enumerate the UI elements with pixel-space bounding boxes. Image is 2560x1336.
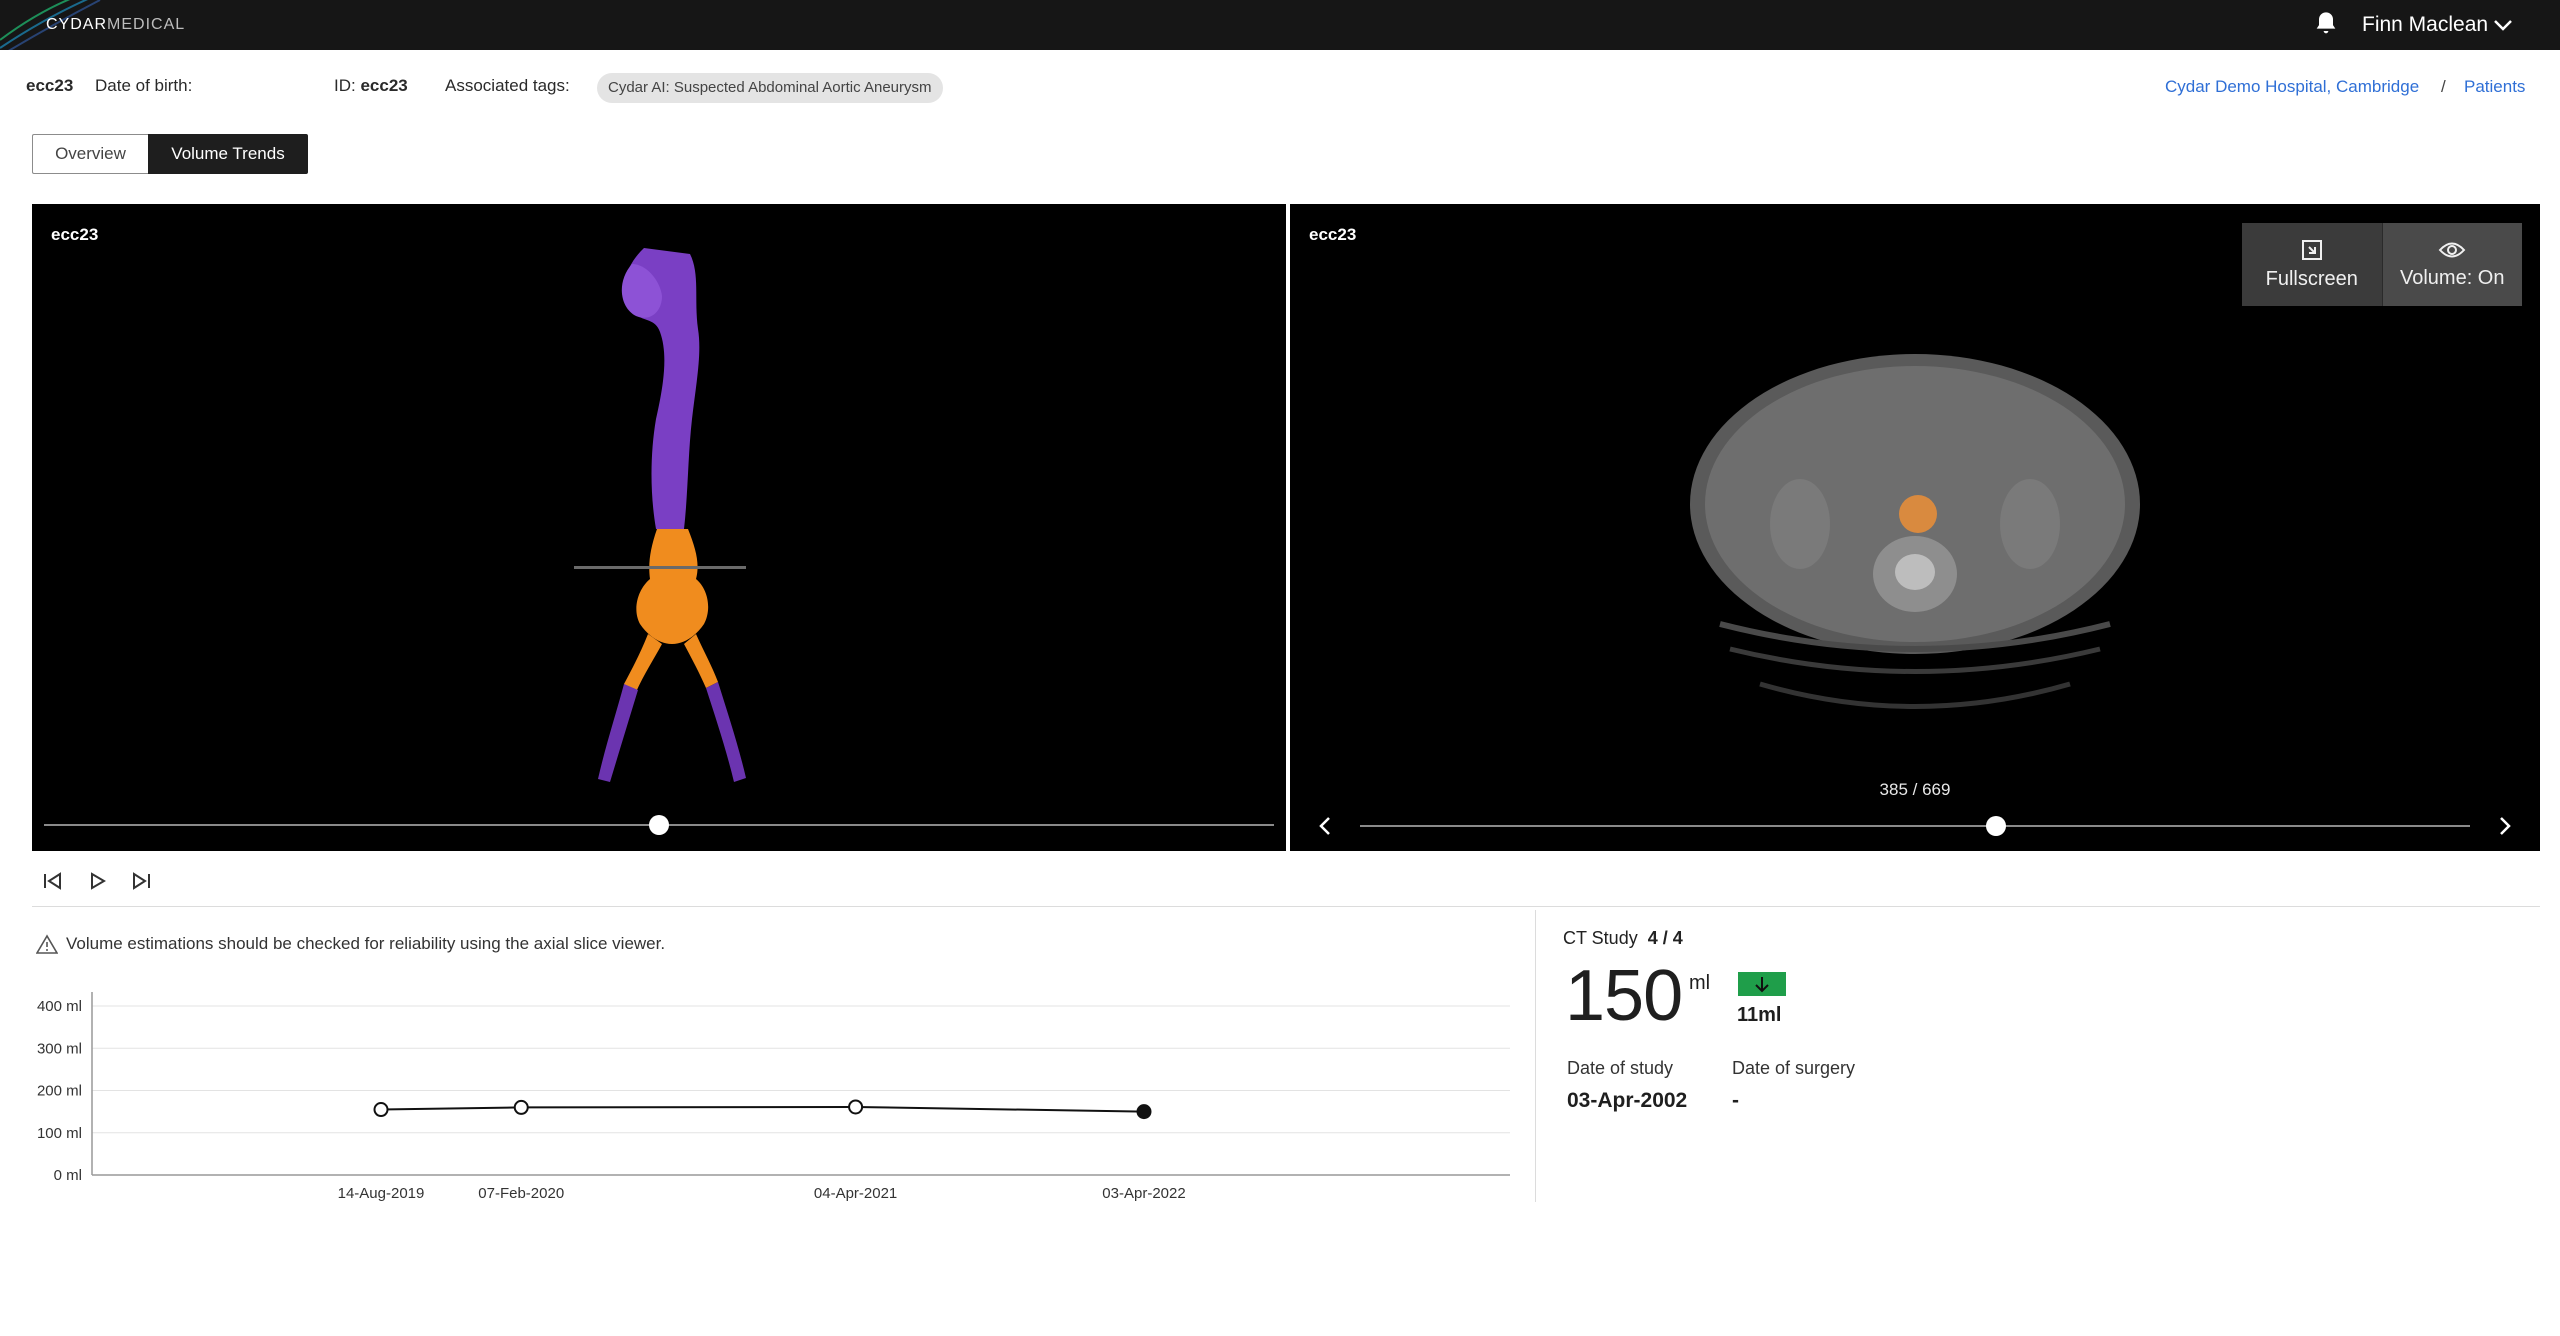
top-bar: CYDARMEDICAL Finn Maclean — [0, 0, 2560, 50]
data-point — [848, 1099, 864, 1115]
series-line — [380, 1105, 1145, 1113]
viewer-3d-slider-thumb[interactable] — [649, 815, 669, 835]
breadcrumb-patients[interactable]: Patients — [2464, 77, 2525, 97]
viewer-axial[interactable]: ecc23 Fullscreen Volume: On 385 / 669 — [1290, 204, 2540, 851]
data-point — [373, 1102, 389, 1118]
warning-text: Volume estimations should be checked for… — [66, 934, 666, 953]
volume-toggle-button[interactable]: Volume: On — [2381, 223, 2522, 306]
logo-light: MEDICAL — [107, 16, 186, 33]
volume-trend-chart: 400 ml 300 ml 200 ml 100 ml 0 ml 14-Aug-2019 0… — [37, 992, 1510, 1202]
x-tick-label: 07-Feb-2020 — [478, 1185, 564, 1202]
chevron-right-icon[interactable] — [2493, 814, 2517, 838]
aorta-3d-render — [574, 248, 746, 782]
volume-unit: ml — [1689, 972, 1711, 994]
dob-label: Date of birth: — [95, 76, 193, 95]
ct-study-label: CT Study — [1563, 928, 1638, 948]
play-icon[interactable] — [84, 868, 110, 894]
x-tick-label: 14-Aug-2019 — [338, 1185, 425, 1202]
skip-back-icon[interactable] — [40, 868, 66, 894]
warning-icon — [36, 934, 58, 954]
data-point — [1136, 1104, 1152, 1120]
viewer-axial-slider-thumb[interactable] — [1986, 816, 2006, 836]
panel-divider — [1535, 910, 1536, 1202]
date-of-surgery-value: - — [1732, 1089, 1739, 1112]
volume-warning: Volume estimations should be checked for… — [36, 934, 665, 954]
tab-volume-trends[interactable]: Volume Trends — [148, 134, 308, 174]
y-tick-label: 400 ml — [37, 998, 82, 1015]
associated-tag: Cydar AI: Suspected Abdominal Aortic Ane… — [597, 73, 943, 103]
date-of-study-label: Date of study — [1567, 1058, 1674, 1078]
delta-badge — [1738, 972, 1786, 996]
x-tick-label: 03-Apr-2022 — [1102, 1185, 1185, 1202]
user-name[interactable]: Finn Maclean — [2362, 13, 2488, 37]
chevron-down-icon[interactable] — [2492, 16, 2514, 34]
date-of-study-value: 03-Apr-2002 — [1567, 1089, 1688, 1112]
cydar-logo[interactable]: CYDARMEDICAL — [46, 16, 185, 34]
viewer-axial-slider-track[interactable] — [1360, 825, 2470, 827]
y-tick-label: 0 ml — [54, 1167, 82, 1184]
arrow-down-icon — [1755, 977, 1769, 993]
x-tick-label: 04-Apr-2021 — [814, 1185, 897, 1202]
ct-study: CT Study 4 / 4 — [1563, 928, 1683, 949]
tags-label: Associated tags: — [445, 76, 570, 95]
data-point — [513, 1099, 529, 1115]
section-divider — [32, 906, 2540, 907]
slice-counter: 385 / 669 — [1879, 780, 1951, 799]
id-value: ecc23 — [360, 76, 408, 95]
viewer-3d[interactable]: ecc23 — [32, 204, 1286, 851]
fullscreen-button[interactable]: Fullscreen — [2242, 223, 2382, 306]
logo-bold: CYDAR — [46, 16, 108, 33]
y-tick-label: 100 ml — [37, 1125, 82, 1142]
volume-value: 150 — [1565, 956, 1683, 1036]
bell-icon[interactable] — [2312, 10, 2340, 38]
patient-name: ecc23 — [26, 76, 74, 95]
id-label: ID: — [334, 76, 356, 95]
chevron-left-icon[interactable] — [1313, 814, 1337, 838]
volume-delta: 11ml — [1737, 1004, 1782, 1026]
skip-forward-icon[interactable] — [128, 868, 154, 894]
tab-overview[interactable]: Overview — [32, 134, 148, 174]
y-tick-label: 200 ml — [37, 1083, 82, 1100]
fullscreen-label: Fullscreen — [2265, 268, 2358, 290]
viewer-overlay-controls: Fullscreen Volume: On — [2242, 223, 2522, 306]
y-tick-label: 300 ml — [37, 1040, 82, 1057]
patient-id: ID: ecc23 — [334, 76, 408, 96]
eye-icon — [2438, 242, 2466, 258]
fullscreen-icon — [2301, 240, 2322, 260]
date-of-surgery-label: Date of surgery — [1732, 1058, 1856, 1078]
volume-toggle-label: Volume: On — [2399, 267, 2505, 289]
breadcrumb-hospital[interactable]: Cydar Demo Hospital, Cambridge — [2165, 77, 2419, 97]
breadcrumb-separator: / — [2441, 77, 2446, 96]
ct-study-value: 4 / 4 — [1647, 928, 1683, 948]
